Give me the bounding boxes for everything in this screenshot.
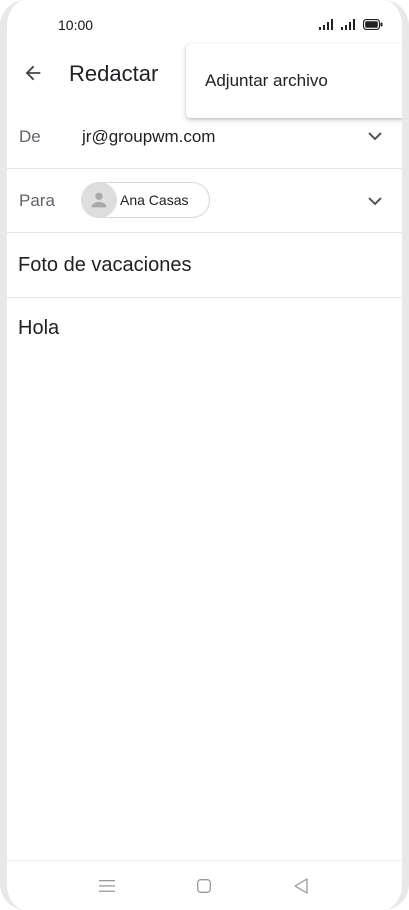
body-field[interactable]: Hola: [18, 317, 59, 340]
from-field[interactable]: jr@groupwm.com: [82, 127, 215, 147]
menu-item-attach-file[interactable]: Adjuntar archivo: [186, 44, 409, 118]
battery-icon: [362, 17, 383, 35]
recipient-name: Ana Casas: [120, 192, 189, 208]
menu-icon[interactable]: [95, 874, 119, 898]
overflow-menu: Adjuntar archivo: [186, 44, 409, 118]
chevron-down-icon[interactable]: [364, 190, 386, 212]
chevron-down-icon[interactable]: [364, 125, 386, 147]
signal-icon: [341, 17, 357, 35]
status-bar: 10:00: [0, 0, 409, 48]
arrow-back-icon: [22, 62, 44, 89]
signal-icon: [319, 17, 335, 35]
back-button[interactable]: [18, 60, 48, 90]
to-row: Para Ana Casas: [7, 169, 402, 233]
status-icons: [319, 17, 383, 35]
recipient-chip[interactable]: Ana Casas: [81, 182, 210, 218]
avatar: [81, 182, 117, 218]
subject-field[interactable]: Foto de vacaciones: [18, 254, 191, 277]
status-time: 10:00: [58, 17, 94, 33]
nav-bar: [7, 860, 402, 910]
back-triangle-icon[interactable]: [289, 874, 313, 898]
page-title: Redactar: [69, 61, 159, 86]
to-label: Para: [19, 191, 55, 210]
home-icon[interactable]: [192, 874, 216, 898]
from-label: De: [19, 127, 41, 146]
person-icon: [91, 192, 107, 208]
